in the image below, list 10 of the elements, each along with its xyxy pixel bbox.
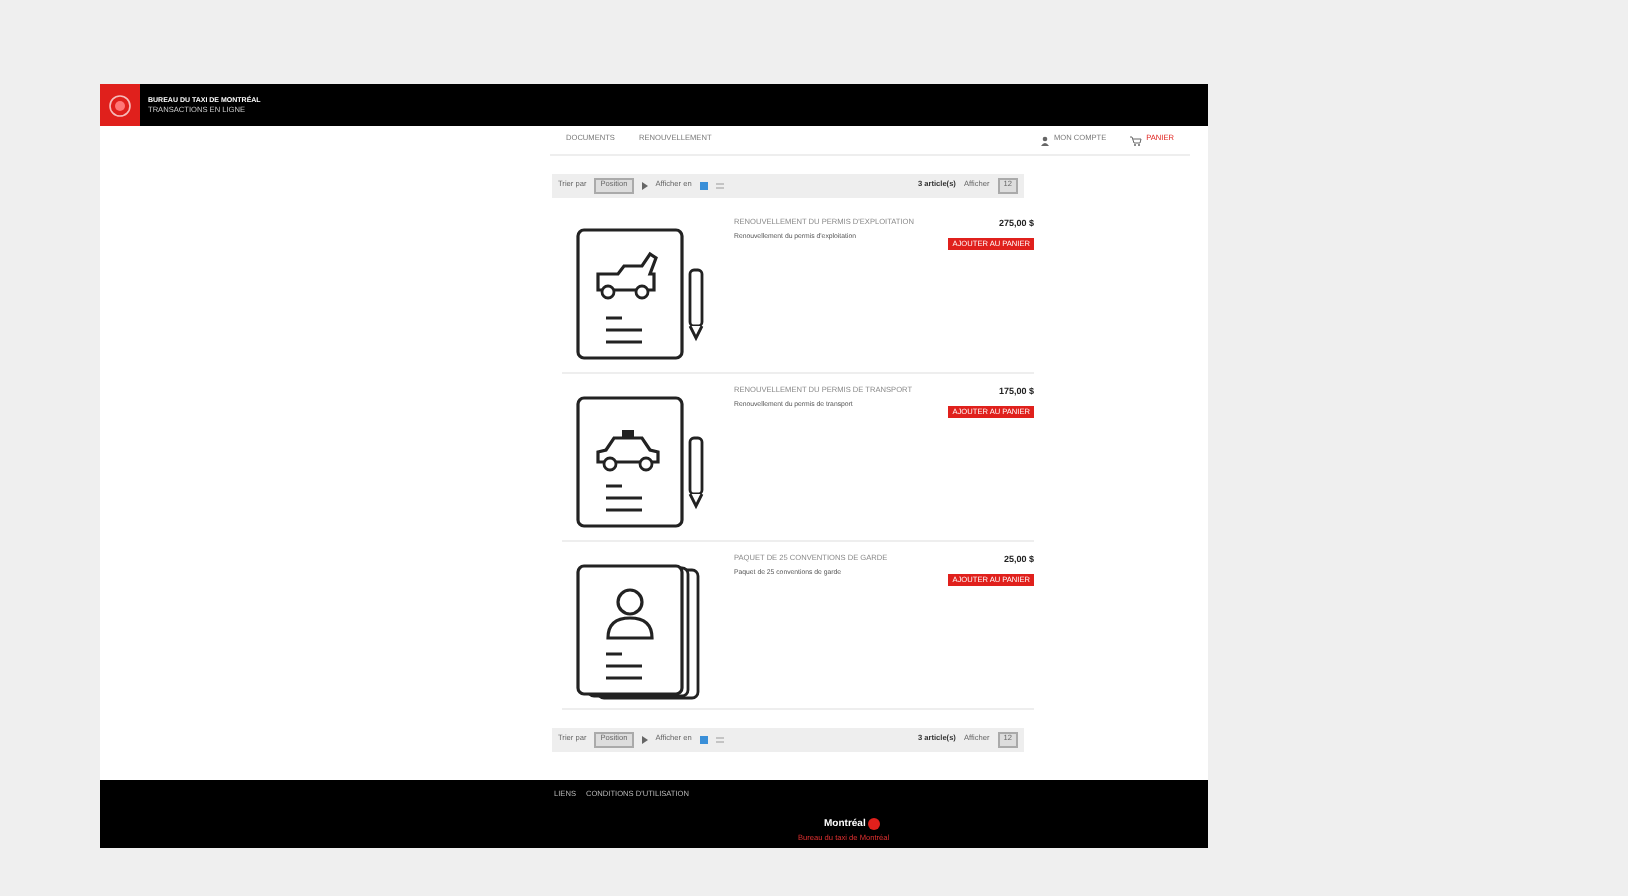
grid-view-icon[interactable] — [699, 736, 708, 744]
logo-mark-icon — [867, 818, 880, 831]
list-view-icon[interactable] — [715, 182, 724, 190]
grid-view-icon[interactable] — [699, 182, 708, 190]
logo-icon[interactable] — [100, 84, 140, 126]
sort-direction-icon[interactable] — [641, 182, 648, 190]
sort-direction-icon[interactable] — [641, 736, 648, 744]
user-icon — [1039, 135, 1050, 145]
cart-icon — [1130, 135, 1143, 145]
list-view-icon[interactable] — [715, 736, 724, 744]
